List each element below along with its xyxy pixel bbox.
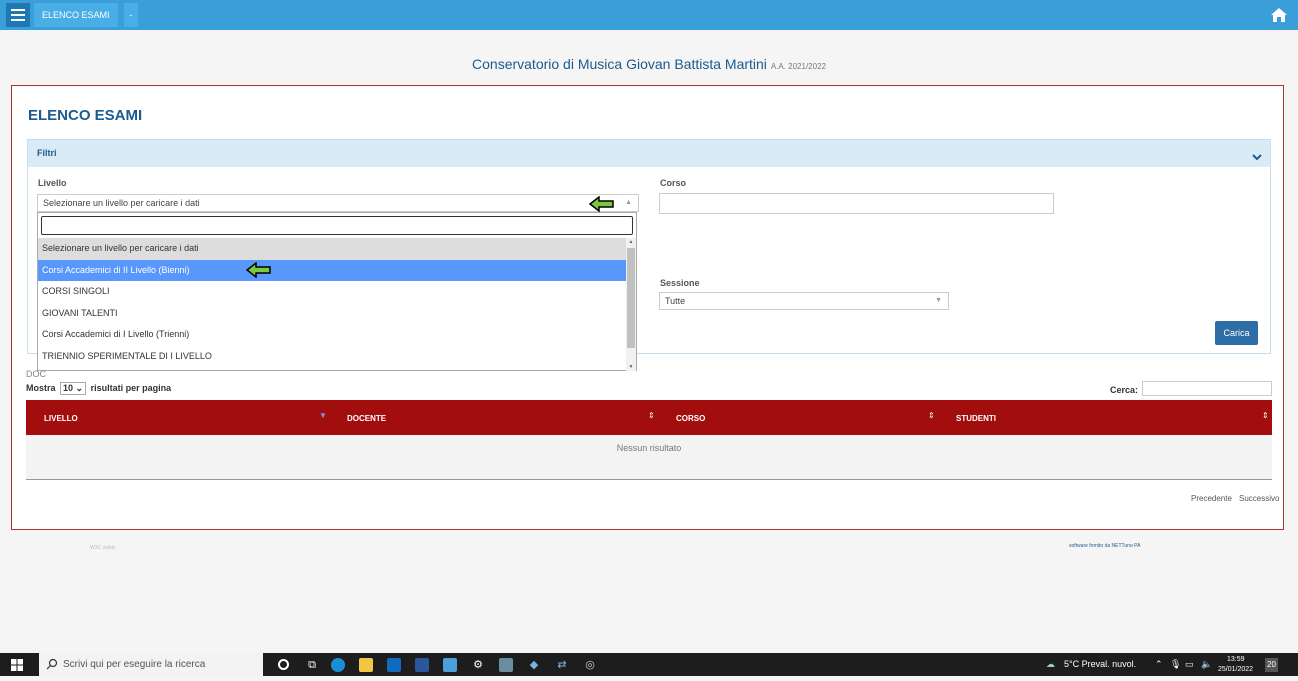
dropdown-option[interactable]: Corsi Accademici di II Livello (Bienni) xyxy=(38,259,627,281)
sort-icon[interactable]: ⇕ xyxy=(1262,400,1269,435)
breadcrumb-separator: - xyxy=(124,3,138,27)
network-icon[interactable]: ▭ xyxy=(1185,653,1194,676)
top-bar: ELENCO ESAMI - xyxy=(0,0,1298,30)
column-header-livello[interactable]: LIVELLO xyxy=(44,400,78,435)
sort-desc-icon[interactable]: ▼ xyxy=(319,400,327,435)
livello-dropdown: Selezionare un livello per caricare i da… xyxy=(37,212,637,371)
show-prefix: Mostra xyxy=(26,383,56,393)
livello-select-value: Selezionare un livello per caricare i da… xyxy=(43,198,200,208)
photos-icon[interactable] xyxy=(443,658,457,672)
page-length-control: Mostra 10 ⌄ risultati per pagina xyxy=(26,382,171,395)
dropdown-option[interactable]: CORSI SINGOLI xyxy=(38,281,627,303)
taskbar-search-box[interactable]: Scrivi qui per eseguire la ricerca xyxy=(39,653,263,676)
app-circle-icon[interactable]: ◎ xyxy=(583,658,597,672)
dropdown-options: Selezionare un livello per caricare i da… xyxy=(38,238,627,367)
next-page-link[interactable]: Successivo xyxy=(1239,494,1279,503)
org-name: Conservatorio di Musica Giovan Battista … xyxy=(472,56,767,72)
corso-input[interactable] xyxy=(659,193,1054,214)
academic-year: A.A. 2021/2022 xyxy=(770,62,826,71)
results-table: LIVELLO ▼ DOCENTE ⇕ CORSO ⇕ STUDENTI ⇕ N… xyxy=(26,400,1272,480)
green-arrow-icon xyxy=(246,262,271,278)
search-input[interactable] xyxy=(1142,381,1272,396)
corso-label: Corso xyxy=(660,178,687,188)
chevron-down-icon[interactable] xyxy=(1252,146,1262,161)
page-size-select[interactable]: 10 ⌄ xyxy=(60,382,87,395)
windows-taskbar: Scrivi qui per eseguire la ricerca ⧉ ⚙ ◆… xyxy=(0,653,1298,676)
network-app-icon[interactable]: ⇄ xyxy=(555,658,569,672)
settings-gear-icon[interactable]: ⚙ xyxy=(471,658,485,672)
column-header-docente[interactable]: DOCENTE xyxy=(347,400,386,435)
hamburger-menu-icon[interactable] xyxy=(6,3,30,27)
cortana-icon[interactable] xyxy=(278,659,289,670)
green-arrow-icon xyxy=(589,196,614,212)
livello-label: Livello xyxy=(38,178,67,188)
weather-text[interactable]: 5°C Preval. nuvol. xyxy=(1064,653,1136,676)
microphone-icon[interactable]: 🎙 xyxy=(1170,653,1181,676)
sessione-select[interactable]: Tutte ▼ xyxy=(659,292,949,310)
volume-icon[interactable]: 🔈 xyxy=(1201,653,1212,676)
tray-chevron-icon[interactable]: ⌃ xyxy=(1155,653,1163,676)
task-view-icon[interactable]: ⧉ xyxy=(305,658,319,672)
word-icon[interactable] xyxy=(415,658,429,672)
livello-select[interactable]: Selezionare un livello per caricare i da… xyxy=(37,194,639,212)
scroll-up-icon[interactable]: ▲ xyxy=(626,239,636,245)
search-icon xyxy=(46,658,58,670)
notifications-badge[interactable]: 20 xyxy=(1265,658,1278,672)
file-explorer-icon[interactable] xyxy=(359,658,373,672)
sort-icon[interactable]: ⇕ xyxy=(928,400,935,435)
windows-start-icon[interactable] xyxy=(11,659,23,671)
sessione-label: Sessione xyxy=(660,278,700,288)
edge-icon[interactable] xyxy=(331,658,345,672)
calculator-icon[interactable] xyxy=(499,658,513,672)
page-title: ELENCO ESAMI xyxy=(28,107,143,124)
doc-label: DOC xyxy=(26,369,46,379)
filters-header[interactable]: Filtri xyxy=(28,140,1270,167)
org-title: Conservatorio di Musica Giovan Battista … xyxy=(0,56,1298,72)
search-label: Cerca: xyxy=(1110,385,1139,395)
filters-title: Filtri xyxy=(37,148,57,158)
sort-icon[interactable]: ⇕ xyxy=(648,400,655,435)
scroll-down-icon[interactable]: ▼ xyxy=(626,364,636,370)
page-size-value: 10 xyxy=(63,383,74,393)
scrollbar-thumb[interactable] xyxy=(627,248,635,348)
prev-page-link[interactable]: Precedente xyxy=(1191,494,1232,503)
carica-button[interactable]: Carica xyxy=(1215,321,1258,345)
taskbar-search-placeholder: Scrivi qui per eseguire la ricerca xyxy=(63,659,206,670)
dropdown-option[interactable]: GIOVANI TALENTI xyxy=(38,303,627,325)
weather-icon[interactable]: ☁ xyxy=(1046,653,1055,676)
caret-up-icon: ▲ xyxy=(625,199,632,206)
clock-date[interactable]: 25/01/2022 xyxy=(1218,658,1253,681)
show-suffix: risultati per pagina xyxy=(90,383,172,393)
dropdown-scrollbar[interactable]: ▲ ▼ xyxy=(626,238,636,371)
dropdown-option[interactable]: TRIENNIO SPERIMENTALE DI I LIVELLO xyxy=(38,346,627,368)
breadcrumb[interactable]: ELENCO ESAMI xyxy=(34,3,118,27)
caret-down-icon: ▼ xyxy=(935,297,942,304)
dropdown-option[interactable]: Corsi Accademici di I Livello (Trienni) xyxy=(38,324,627,346)
sessione-select-value: Tutte xyxy=(665,296,686,306)
empty-row: Nessun risultato xyxy=(26,435,1272,480)
column-header-corso[interactable]: CORSO xyxy=(676,400,705,435)
table-header: LIVELLO ▼ DOCENTE ⇕ CORSO ⇕ STUDENTI ⇕ xyxy=(26,400,1272,435)
footer-vendor[interactable]: software fornito da NETTuno PA xyxy=(1069,543,1140,549)
app-icon[interactable]: ◆ xyxy=(527,658,541,672)
home-icon[interactable] xyxy=(1270,6,1288,24)
footer-validator: W3C valido xyxy=(90,545,116,551)
outlook-icon[interactable] xyxy=(387,658,401,672)
dropdown-option[interactable]: Selezionare un livello per caricare i da… xyxy=(38,238,627,260)
dropdown-search-input[interactable] xyxy=(41,216,633,235)
column-header-studenti[interactable]: STUDENTI xyxy=(956,400,996,435)
